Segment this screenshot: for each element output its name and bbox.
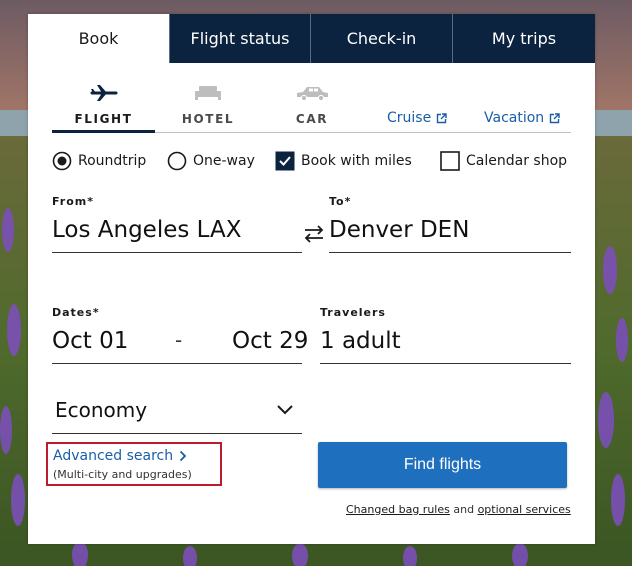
vacation-link[interactable]: Vacation (484, 110, 560, 126)
cruise-link[interactable]: Cruise (387, 110, 447, 126)
optional-services-link[interactable]: optional services (478, 503, 571, 516)
from-underline (52, 252, 302, 253)
find-flights-button[interactable]: Find flights (318, 442, 567, 488)
bag-note-and: and (453, 503, 475, 516)
one-way-label: One-way (193, 153, 255, 169)
advanced-search-link[interactable]: Advanced search (53, 448, 187, 464)
roundtrip-radio[interactable]: Roundtrip (52, 150, 146, 172)
from-label: From* (52, 195, 95, 208)
to-input[interactable]: Denver DEN (329, 217, 469, 243)
chevron-down-icon (277, 405, 293, 415)
advanced-search-highlight-box: Advanced search (Multi-city and upgrades… (46, 442, 222, 486)
depart-date-input[interactable]: Oct 01 (52, 328, 128, 354)
dates-label: Dates* (52, 306, 100, 319)
vacation-link-label: Vacation (484, 110, 545, 126)
cabin-class-value: Economy (55, 398, 148, 422)
travelers-label: Travelers (320, 306, 386, 319)
to-label: To* (329, 195, 352, 208)
tab-check-in[interactable]: Check-in (310, 14, 452, 63)
hotel-bed-icon (195, 86, 221, 100)
dates-underline (52, 363, 302, 364)
radio-unselected-icon (167, 151, 187, 171)
cruise-link-label: Cruise (387, 110, 432, 126)
calendar-shop-checkbox[interactable]: Calendar shop (440, 150, 567, 172)
product-flight-tab[interactable]: FLIGHT (52, 80, 155, 134)
return-date-input[interactable]: Oct 29 (232, 328, 308, 354)
product-car-label: CAR (295, 112, 329, 126)
booking-tabs: Book Flight status Check-in My trips (28, 14, 595, 63)
cabin-underline (52, 433, 302, 434)
book-with-miles-label: Book with miles (301, 153, 412, 169)
tab-my-trips[interactable]: My trips (452, 14, 595, 63)
travelers-input[interactable]: 1 adult (320, 328, 401, 354)
checkbox-unchecked-icon (440, 151, 460, 171)
external-link-icon (437, 112, 447, 123)
from-input[interactable]: Los Angeles LAX (52, 217, 242, 243)
car-icon (297, 87, 328, 101)
travelers-underline (320, 363, 571, 364)
swap-arrows-icon[interactable] (303, 224, 325, 244)
calendar-shop-label: Calendar shop (466, 153, 568, 169)
to-underline (329, 252, 571, 253)
product-flight-label: FLIGHT (74, 112, 133, 126)
tab-flight-status[interactable]: Flight status (169, 14, 310, 63)
flight-booking-widget: Book Flight status Check-in My trips FLI… (28, 14, 595, 544)
changed-bag-rules-link[interactable]: Changed bag rules (346, 503, 450, 516)
external-link-icon (549, 112, 560, 123)
product-car-tab[interactable]: CAR (268, 80, 356, 134)
cabin-class-select[interactable]: Economy (52, 396, 302, 434)
bag-rules-note: Changed bag rules and optional services (346, 503, 571, 516)
checkbox-checked-icon (275, 151, 295, 171)
date-separator: - (175, 328, 183, 352)
product-hotel-label: HOTEL (181, 112, 235, 126)
book-with-miles-checkbox[interactable]: Book with miles (275, 150, 412, 172)
selected-product-indicator (52, 130, 155, 133)
product-hotel-tab[interactable]: HOTEL (164, 80, 252, 134)
roundtrip-label: Roundtrip (78, 153, 147, 169)
one-way-radio[interactable]: One-way (167, 150, 255, 172)
tab-book[interactable]: Book (28, 14, 169, 63)
chevron-right-icon (179, 450, 187, 462)
radio-selected-icon (52, 151, 72, 171)
advanced-search-label: Advanced search (53, 448, 174, 464)
advanced-search-subtext: (Multi-city and upgrades) (53, 468, 192, 481)
product-divider (155, 132, 571, 133)
airplane-icon (90, 85, 117, 101)
